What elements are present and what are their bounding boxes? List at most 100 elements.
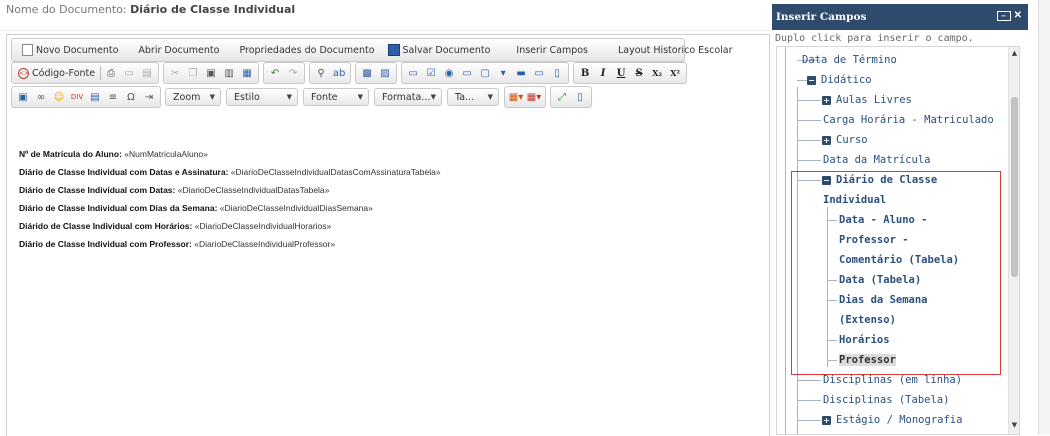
insert-fields-button[interactable]: Inserir Campos	[500, 39, 604, 61]
size-label: Ta...	[455, 91, 475, 103]
merge-field: «DiarioDeClasseIndividualDiasSemana»	[217, 203, 373, 213]
tree-node-aulas-livres[interactable]: Aulas Livres	[836, 94, 912, 106]
subscript-button[interactable]: X₂	[649, 65, 665, 81]
form-group: ▭ ☑ ◉ ▭ ▢ ▾ ▬ ▭ ▯	[401, 62, 570, 84]
plus-icon[interactable]: +	[822, 416, 831, 425]
spellcheck-icon[interactable]: ▨	[377, 65, 393, 81]
new-document-label: Novo Documento	[36, 44, 119, 56]
form-icon[interactable]: ▭	[405, 65, 421, 81]
zoom-label: Zoom	[173, 91, 201, 103]
plus-icon[interactable]: +	[822, 136, 831, 145]
tree-scrollbar[interactable]: ▲ ▼	[1008, 47, 1019, 434]
chevron-down-icon: ▼	[357, 93, 363, 101]
print-icon[interactable]: ⎙	[103, 65, 119, 81]
title-divider	[0, 30, 772, 31]
image-button-icon[interactable]: ▭	[531, 65, 547, 81]
tree-node-didatico[interactable]: Didático	[821, 74, 872, 86]
paste-icon[interactable]: ▣	[203, 65, 219, 81]
bg-color-icon[interactable]: ▦▾	[526, 89, 542, 105]
preview-icon[interactable]: ▭	[121, 65, 137, 81]
scrollbar-thumb[interactable]	[1011, 97, 1018, 277]
open-document-button[interactable]: Abrir Documento	[128, 39, 229, 61]
tree-node-carga-horaria[interactable]: Carga Horária - Matriculado	[823, 114, 994, 126]
smiley-icon[interactable]: ☺	[51, 89, 67, 105]
font-select[interactable]: Fonte ▼	[303, 88, 369, 106]
document-title-value: Diário de Classe Individual	[130, 3, 296, 16]
content-line: Diário de Classe Individual com Datas e …	[19, 166, 759, 184]
tree-connector	[797, 160, 821, 161]
toolbar-separator	[100, 66, 102, 80]
zoom-select[interactable]: Zoom ▼	[165, 88, 221, 106]
maximize-icon[interactable]: ⤢	[554, 89, 570, 105]
show-blocks-icon[interactable]: ▯	[572, 89, 588, 105]
image-icon[interactable]: ▣	[15, 89, 31, 105]
special-char-button[interactable]: Ω	[123, 89, 139, 105]
formatting-toolbar: <> Código-Fonte ⎙ ▭ ▤ ✂ ❐ ▣ ▥ ▦ ↶ ↷ ⚲ ab …	[11, 62, 691, 84]
tree-node-disciplinas-linha[interactable]: Disciplinas (em linha)	[823, 374, 962, 386]
panel-header: Inserir Campos − ✕	[772, 4, 1028, 30]
plus-icon[interactable]: +	[822, 96, 831, 105]
format-select[interactable]: Formata... ▼	[374, 88, 442, 106]
replace-icon[interactable]: ab	[331, 65, 347, 81]
minimize-icon[interactable]: −	[996, 10, 1011, 21]
save-document-button[interactable]: Salvar Documento	[385, 39, 501, 61]
select-group: ▩ ▨	[355, 62, 398, 84]
tree-node-disciplinas-tabela[interactable]: Disciplinas (Tabela)	[823, 394, 949, 406]
strikethrough-button[interactable]: S	[631, 65, 647, 81]
indent-icon[interactable]: ⇥	[141, 89, 157, 105]
scroll-up-icon[interactable]: ▲	[1009, 49, 1019, 59]
tree-node-estagio[interactable]: Estágio / Monografia	[836, 414, 962, 426]
tree-node-curso[interactable]: Curso	[836, 134, 868, 146]
clipboard-group: ✂ ❐ ▣ ▥ ▦	[163, 62, 260, 84]
tree-node-data-matricula[interactable]: Data da Matrícula	[823, 154, 930, 166]
hidden-field-icon[interactable]: ▯	[549, 65, 565, 81]
select-field-icon[interactable]: ▾	[495, 65, 511, 81]
new-document-button[interactable]: Novo Documento	[12, 39, 128, 61]
merge-field: «DiarioDeClasseIndividualDatasTabela»	[175, 185, 330, 195]
color-group: ▦▾ ▦▾	[504, 86, 546, 108]
horizontal-rule-icon[interactable]: ≡	[105, 89, 121, 105]
link-icon[interactable]: ∞	[33, 89, 49, 105]
close-icon[interactable]: ✕	[1014, 10, 1022, 21]
content-label: Diário de Classe Individual com Datas e …	[19, 167, 229, 177]
find-icon[interactable]: ⚲	[313, 65, 329, 81]
templates-icon[interactable]: ▤	[139, 65, 155, 81]
italic-button[interactable]: I	[595, 65, 611, 81]
button-field-icon[interactable]: ▬	[513, 65, 529, 81]
document-properties-button[interactable]: Propriedades do Documento	[229, 39, 384, 61]
paste-word-icon[interactable]: ▦	[239, 65, 255, 81]
radio-icon[interactable]: ◉	[441, 65, 457, 81]
minus-icon[interactable]: −	[807, 76, 816, 85]
bold-button[interactable]: B	[577, 65, 593, 81]
checkbox-icon[interactable]: ☑	[423, 65, 439, 81]
copy-icon[interactable]: ❐	[185, 65, 201, 81]
cut-icon[interactable]: ✂	[167, 65, 183, 81]
textfield-icon[interactable]: ▭	[459, 65, 475, 81]
content-line: Nº de Matrícula do Aluno: «NumMatriculaA…	[19, 148, 759, 166]
page-scrollbar[interactable]	[1038, 0, 1050, 435]
tree-connector	[797, 120, 821, 121]
undo-icon[interactable]: ↶	[267, 65, 283, 81]
fields-tree: Data de Término − Didático + Aulas Livre…	[776, 46, 1020, 435]
style-select[interactable]: Estilo ▼	[226, 88, 298, 106]
paste-text-icon[interactable]: ▥	[221, 65, 237, 81]
text-color-icon[interactable]: ▦▾	[508, 89, 524, 105]
table-icon[interactable]: ▤	[87, 89, 103, 105]
document-toolbar: Novo Documento Abrir Documento Proprieda…	[11, 38, 733, 62]
content-line: Diário de Classe Individual com Dias da …	[19, 202, 759, 220]
tree-node-data-termino[interactable]: Data de Término	[802, 54, 897, 66]
source-code-button[interactable]: <> Código-Fonte	[15, 67, 98, 79]
document-content[interactable]: Nº de Matrícula do Aluno: «NumMatriculaA…	[19, 148, 759, 256]
textarea-icon[interactable]: ▢	[477, 65, 493, 81]
scroll-down-icon[interactable]: ▼	[1009, 421, 1019, 431]
underline-button[interactable]: U	[613, 65, 629, 81]
layout-historico-button[interactable]: Layout Historico Escolar	[604, 39, 747, 61]
page-break-icon[interactable]: DIV	[69, 89, 85, 105]
chevron-down-icon: ▼	[487, 93, 493, 101]
size-select[interactable]: Ta... ▼	[447, 88, 499, 106]
superscript-button[interactable]: X²	[667, 65, 683, 81]
content-label: Diário de Classe Individual com Professo…	[19, 239, 192, 249]
select-all-icon[interactable]: ▩	[359, 65, 375, 81]
redo-icon[interactable]: ↷	[285, 65, 301, 81]
panel-hint: Duplo click para inserir o campo.	[775, 33, 974, 44]
